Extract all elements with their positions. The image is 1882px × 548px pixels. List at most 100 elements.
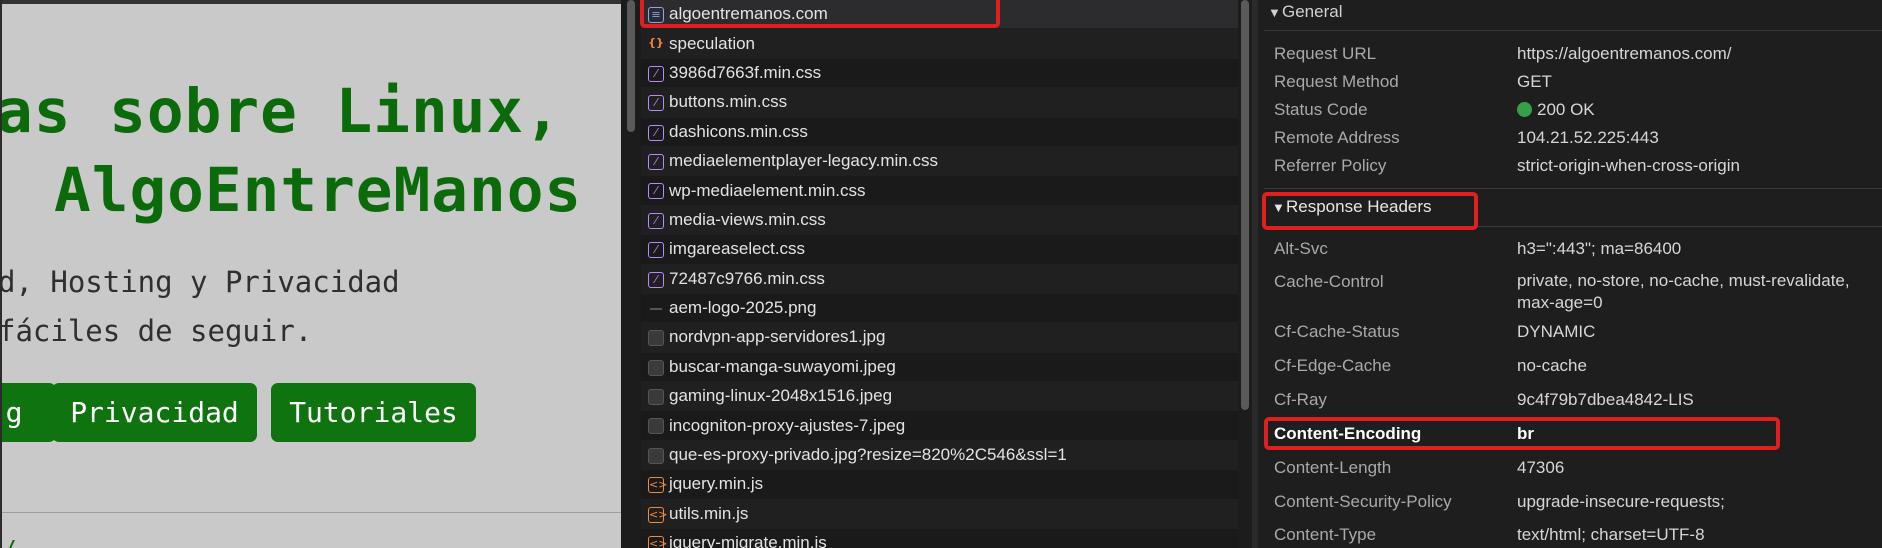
- request-row[interactable]: gaming-linux-2048x1516.jpeg: [641, 382, 1238, 412]
- header-value: strict-origin-when-cross-origin: [1517, 156, 1740, 175]
- request-list-scrollbar[interactable]: [1238, 0, 1252, 548]
- hero-title-line-1: as sobre Linux,: [0, 76, 562, 147]
- request-row[interactable]: <> utils.min.js: [641, 499, 1238, 530]
- braces-icon: {}: [648, 36, 664, 50]
- request-row[interactable]: ⁄ buttons.min.css: [641, 88, 1238, 118]
- request-row[interactable]: ⁄ 3986d7663f.min.css: [641, 58, 1238, 89]
- header-key: Remote Address: [1274, 128, 1400, 147]
- request-name: que-es-proxy-privado.jpg?resize=820%2C54…: [669, 445, 1067, 465]
- request-row[interactable]: ⁄ media-views.min.css: [641, 205, 1238, 236]
- request-row[interactable]: que-es-proxy-privado.jpg?resize=820%2C54…: [641, 440, 1238, 471]
- script-icon: <>: [648, 477, 668, 494]
- general-section-title: General: [1282, 2, 1343, 21]
- css-icon: ⁄: [648, 212, 664, 229]
- request-name: media-views.min.css: [669, 209, 826, 229]
- scrollbar-thumb[interactable]: [1241, 0, 1249, 410]
- header-value: no-cache: [1517, 356, 1587, 375]
- network-request-list-panel: ≡ algoentremanos.com {} speculation ⁄ 3986d…: [621, 0, 1252, 548]
- headers-panel: ▼General Request URL https://algoentrema…: [1252, 0, 1882, 548]
- category-button-hosting[interactable]: g: [2, 383, 56, 442]
- header-key: Cf-Ray: [1274, 390, 1327, 409]
- request-name: gaming-linux-2048x1516.jpeg: [669, 386, 893, 406]
- css-icon: ⁄: [648, 271, 664, 288]
- request-name: wp-mediaelement.min.css: [669, 180, 866, 200]
- header-key: Referrer Policy: [1274, 156, 1387, 175]
- request-name: aem-logo-2025.png: [669, 298, 817, 318]
- general-section-toggle[interactable]: ▼General: [1268, 2, 1342, 22]
- request-name: incogniton-proxy-ajustes-7.jpeg: [669, 415, 906, 435]
- request-row[interactable]: incogniton-proxy-ajustes-7.jpeg: [641, 411, 1238, 441]
- header-value-highlighted: br: [1517, 424, 1534, 443]
- request-row[interactable]: ⁄ mediaelementplayer-legacy.min.css: [641, 146, 1238, 177]
- request-name: algoentremanos.com: [669, 4, 828, 24]
- header-key: Cf-Edge-Cache: [1274, 356, 1392, 375]
- category-button-tutoriales[interactable]: Tutoriales: [271, 383, 476, 442]
- header-value: 104.21.52.225:443: [1517, 128, 1659, 147]
- request-name: utils.min.js: [669, 503, 749, 523]
- script-icon: <>: [648, 536, 667, 548]
- header-key: Content-Length: [1274, 458, 1392, 477]
- css-icon: ⁄: [648, 95, 664, 112]
- header-key-highlighted: Content-Encoding: [1274, 424, 1422, 443]
- response-headers-section-toggle[interactable]: ▼Response Headers: [1272, 197, 1432, 217]
- header-key: Content-Security-Policy: [1274, 492, 1452, 511]
- request-row[interactable]: ⁄ imgareaselect.css: [641, 235, 1238, 265]
- css-icon: ⁄: [648, 153, 664, 170]
- request-name: nordvpn-app-servidores1.jpg: [669, 327, 886, 347]
- image-icon: [648, 418, 664, 435]
- header-value: private, no-store, no-cache, must-revali…: [1517, 271, 1850, 312]
- request-name: mediaelementplayer-legacy.min.css: [669, 151, 938, 171]
- header-key: Alt-Svc: [1274, 239, 1328, 258]
- header-key: Cache-Control: [1274, 272, 1384, 291]
- request-name: buttons.min.css: [669, 92, 788, 112]
- header-key: Status Code: [1274, 100, 1368, 119]
- header-value: https://algoentremanos.com/: [1517, 44, 1732, 63]
- request-row[interactable]: <> jquery-migrate.min.js: [641, 529, 1238, 548]
- request-name: dashicons.min.css: [669, 121, 808, 141]
- image-icon: [648, 359, 664, 376]
- header-key: Cf-Cache-Status: [1274, 322, 1400, 341]
- hero-subtitle-line-1: d, Hosting y Privacidad: [0, 265, 400, 299]
- section-divider: [2, 512, 621, 513]
- request-row[interactable]: ⁄ wp-mediaelement.min.css: [641, 176, 1238, 206]
- header-value: text/html; charset=UTF-8: [1517, 525, 1705, 544]
- request-name: 72487c9766.min.css: [669, 268, 825, 288]
- divider: [1264, 226, 1882, 227]
- request-row[interactable]: aem-logo-2025.png: [641, 293, 1238, 324]
- hero-subtitle-line-2: fáciles de seguir.: [0, 314, 313, 348]
- request-name: speculation: [669, 33, 756, 53]
- image-icon: [648, 389, 664, 406]
- preview-top-bar: [2, 0, 621, 4]
- header-key: Request Method: [1274, 72, 1399, 91]
- disclosure-triangle-icon: ▼: [1272, 200, 1285, 215]
- request-row[interactable]: {} speculation: [641, 29, 1238, 59]
- request-row[interactable]: nordvpn-app-servidores1.jpg: [641, 323, 1238, 353]
- request-name: buscar-manga-suwayomi.jpeg: [669, 356, 896, 376]
- header-value: 47306: [1517, 458, 1565, 477]
- scrollbar-thumb[interactable]: [627, 0, 635, 132]
- status-ok-dot-icon: [1517, 102, 1532, 117]
- header-value: DYNAMIC: [1517, 322, 1596, 341]
- css-icon: ⁄: [648, 242, 664, 259]
- request-row[interactable]: ≡ algoentremanos.com: [641, 0, 1238, 30]
- request-row[interactable]: ⁄ dashicons.min.css: [641, 117, 1238, 147]
- image-icon: [648, 301, 664, 317]
- css-icon: ⁄: [648, 183, 664, 200]
- request-row[interactable]: <> jquery.min.js: [641, 470, 1238, 500]
- category-button-privacidad[interactable]: Privacidad: [52, 383, 257, 442]
- response-headers-title: Response Headers: [1286, 197, 1432, 216]
- header-value: GET: [1517, 72, 1552, 91]
- divider: [1264, 188, 1882, 189]
- css-icon: ⁄: [648, 124, 664, 141]
- header-value: h3=":443"; ma=86400: [1517, 239, 1682, 258]
- request-row[interactable]: buscar-manga-suwayomi.jpeg: [641, 352, 1238, 383]
- request-name: jquery.min.js: [669, 474, 764, 494]
- request-row[interactable]: ⁄ 72487c9766.min.css: [641, 264, 1238, 294]
- script-icon: <>: [648, 506, 668, 523]
- hero-title-line-2: AlgoEntreManos: [54, 155, 583, 226]
- image-icon: [648, 330, 664, 347]
- preview-scrollbar[interactable]: [621, 0, 641, 548]
- divider: [1264, 30, 1882, 31]
- disclosure-triangle-icon: ▼: [1268, 5, 1281, 20]
- document-icon: ≡: [648, 7, 664, 23]
